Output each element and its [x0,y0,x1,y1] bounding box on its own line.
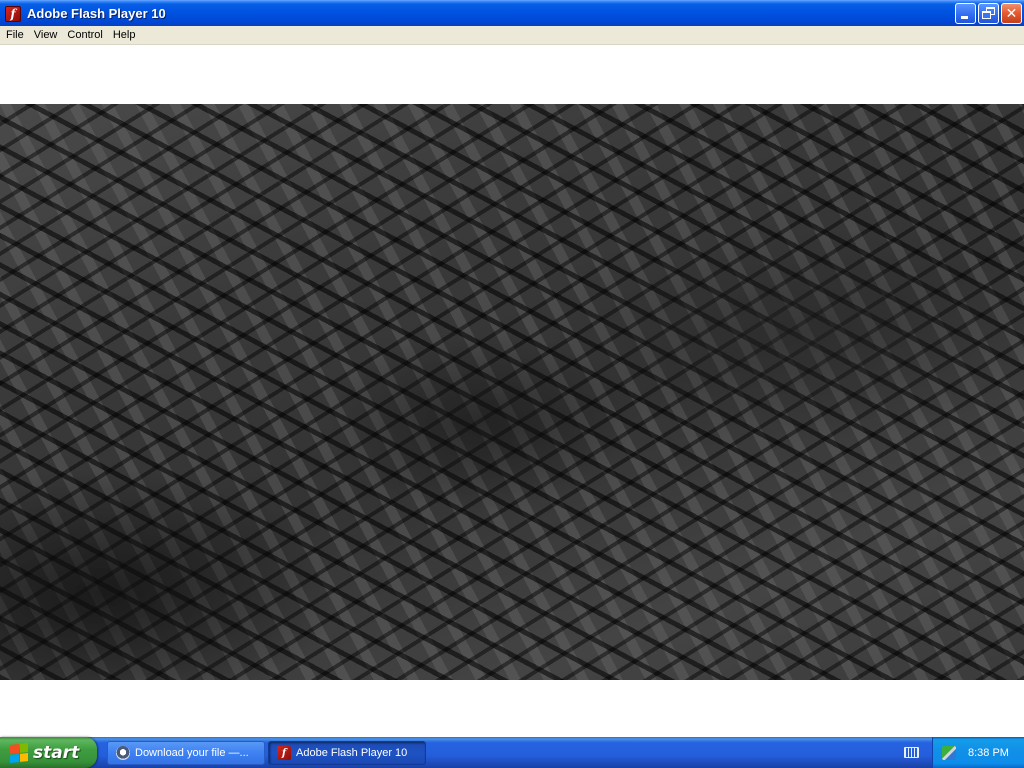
menu-help[interactable]: Help [108,27,141,44]
start-label: start [33,742,80,763]
system-tray: 8:38 PM [932,737,1024,768]
start-button[interactable]: start [0,737,97,768]
flash-player-icon: f [277,746,291,760]
flash-content-area [0,45,1024,737]
menu-control[interactable]: Control [62,27,107,44]
minimize-button[interactable] [955,3,976,24]
clock[interactable]: 8:38 PM [968,747,1009,759]
windows-logo-icon [10,742,28,763]
restore-button[interactable] [978,3,999,24]
menu-bar: File View Control Help [0,26,1024,45]
download-icon [116,746,130,760]
network-icon[interactable] [942,745,956,760]
flash-stage[interactable] [0,104,1024,680]
menu-view[interactable]: View [29,27,63,44]
window-title-bar[interactable]: f Adobe Flash Player 10 ✕ [0,0,1024,26]
flash-player-icon[interactable]: f [5,5,21,22]
menu-file[interactable]: File [1,27,29,44]
window-title: Adobe Flash Player 10 [27,6,166,21]
minimize-icon [961,16,968,19]
taskbar-button-label: Download your file —... [135,747,249,759]
taskbar-button-label: Adobe Flash Player 10 [296,747,408,759]
window-controls: ✕ [955,3,1022,24]
keyboard-icon[interactable] [904,747,919,758]
taskbar-button-flash-player[interactable]: f Adobe Flash Player 10 [268,741,426,765]
restore-icon-front [982,11,991,19]
close-icon: ✕ [1005,5,1018,22]
taskbar-button-download[interactable]: Download your file —... [107,741,265,765]
taskbar: start Download your file —... f Adobe Fl… [0,737,1024,768]
close-button[interactable]: ✕ [1001,3,1022,24]
